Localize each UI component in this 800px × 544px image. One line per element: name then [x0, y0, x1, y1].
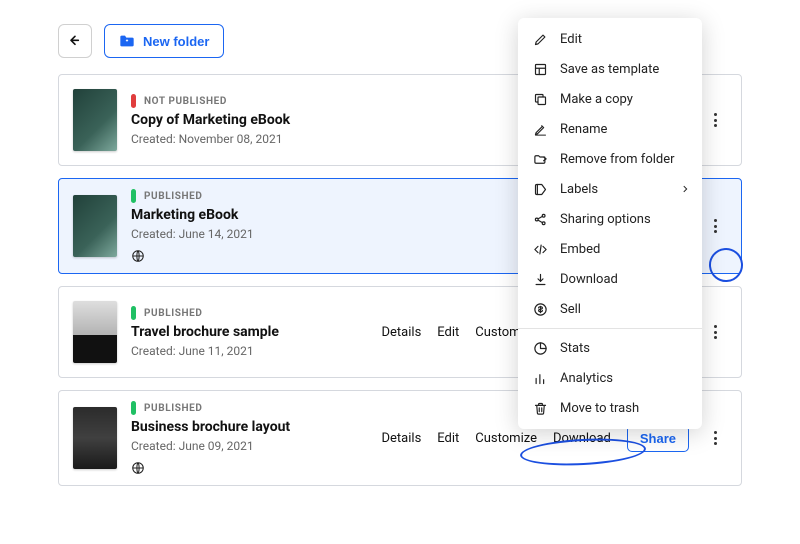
folder-plus-icon: [119, 34, 135, 48]
action-details[interactable]: Details: [382, 325, 422, 340]
labels-icon: [532, 181, 548, 197]
status-indicator: [131, 306, 136, 320]
menu-item-remove[interactable]: Remove from folder: [518, 144, 702, 174]
menu-item-stats[interactable]: Stats: [518, 333, 702, 363]
action-download[interactable]: Download: [553, 431, 611, 446]
document-meta: PUBLISHED Travel brochure sample Created: …: [131, 306, 368, 358]
more-options-button[interactable]: [703, 426, 727, 450]
menu-item-trash[interactable]: Move to trash: [518, 393, 702, 423]
menu-item-label: Save as template: [560, 62, 659, 77]
embed-icon: [532, 241, 548, 257]
more-icon: [714, 219, 717, 233]
document-thumbnail: [73, 407, 117, 469]
document-meta: PUBLISHED Business brochure layout Created…: [131, 401, 368, 475]
globe-icon: [131, 249, 559, 263]
document-thumbnail: [73, 89, 117, 151]
status-text: NOT PUBLISHED: [144, 96, 227, 107]
new-folder-label: New folder: [143, 34, 209, 49]
menu-item-copy[interactable]: Make a copy: [518, 84, 702, 114]
action-details[interactable]: Details: [382, 431, 422, 446]
document-title: Travel brochure sample: [131, 324, 368, 340]
more-options-button[interactable]: [703, 108, 727, 132]
sell-icon: [532, 301, 548, 317]
back-button[interactable]: [58, 24, 92, 58]
menu-item-label: Edit: [560, 32, 582, 47]
remove-icon: [532, 151, 548, 167]
rename-icon: [532, 121, 548, 137]
menu-item-labels[interactable]: Labels: [518, 174, 702, 204]
edit-icon: [532, 31, 548, 47]
copy-icon: [532, 91, 548, 107]
action-edit[interactable]: Edit: [437, 325, 459, 340]
menu-item-label: Sharing options: [560, 212, 651, 227]
menu-item-share[interactable]: Sharing options: [518, 204, 702, 234]
document-created: Created: June 14, 2021: [131, 227, 559, 241]
document-title: Business brochure layout: [131, 419, 368, 435]
document-meta: PUBLISHED Marketing eBook Created: June 14…: [131, 189, 559, 263]
context-menu: Edit Save as template Make a copy Rename Rem…: [518, 18, 702, 429]
back-icon: [67, 33, 83, 49]
menu-item-label: Download: [560, 272, 618, 287]
menu-item-download[interactable]: Download: [518, 264, 702, 294]
new-folder-button[interactable]: New folder: [104, 24, 224, 58]
menu-item-embed[interactable]: Embed: [518, 234, 702, 264]
document-created: Created: June 11, 2021: [131, 344, 368, 358]
more-options-button[interactable]: [703, 214, 727, 238]
menu-item-edit[interactable]: Edit: [518, 24, 702, 54]
document-title: Marketing eBook: [131, 207, 559, 223]
menu-item-label: Make a copy: [560, 92, 633, 107]
menu-item-label: Embed: [560, 242, 600, 257]
action-customize[interactable]: Customize: [475, 431, 537, 446]
menu-item-label: Rename: [560, 122, 607, 137]
trash-icon: [532, 400, 548, 416]
more-icon: [714, 431, 717, 445]
menu-item-label: Analytics: [560, 371, 613, 386]
status-text: PUBLISHED: [144, 191, 203, 202]
status-indicator: [131, 189, 136, 203]
menu-item-sell[interactable]: Sell: [518, 294, 702, 324]
download-icon: [532, 271, 548, 287]
status-indicator: [131, 401, 136, 415]
status-text: PUBLISHED: [144, 403, 203, 414]
menu-item-analytics[interactable]: Analytics: [518, 363, 702, 393]
more-icon: [714, 113, 717, 127]
share-icon: [532, 211, 548, 227]
menu-item-label: Labels: [560, 182, 598, 197]
menu-item-label: Stats: [560, 341, 590, 356]
status-text: PUBLISHED: [144, 308, 203, 319]
menu-item-label: Sell: [560, 302, 581, 317]
menu-item-template[interactable]: Save as template: [518, 54, 702, 84]
more-icon: [714, 325, 717, 339]
stats-icon: [532, 340, 548, 356]
menu-item-label: Move to trash: [560, 401, 639, 416]
document-thumbnail: [73, 195, 117, 257]
more-options-button[interactable]: [703, 320, 727, 344]
template-icon: [532, 61, 548, 77]
menu-separator: [518, 328, 702, 329]
globe-icon: [131, 461, 368, 475]
menu-item-rename[interactable]: Rename: [518, 114, 702, 144]
menu-item-label: Remove from folder: [560, 152, 675, 167]
status-indicator: [131, 94, 136, 108]
document-thumbnail: [73, 301, 117, 363]
chevron-right-icon: [680, 184, 690, 194]
action-edit[interactable]: Edit: [437, 431, 459, 446]
document-created: Created: June 09, 2021: [131, 439, 368, 453]
analytics-icon: [532, 370, 548, 386]
